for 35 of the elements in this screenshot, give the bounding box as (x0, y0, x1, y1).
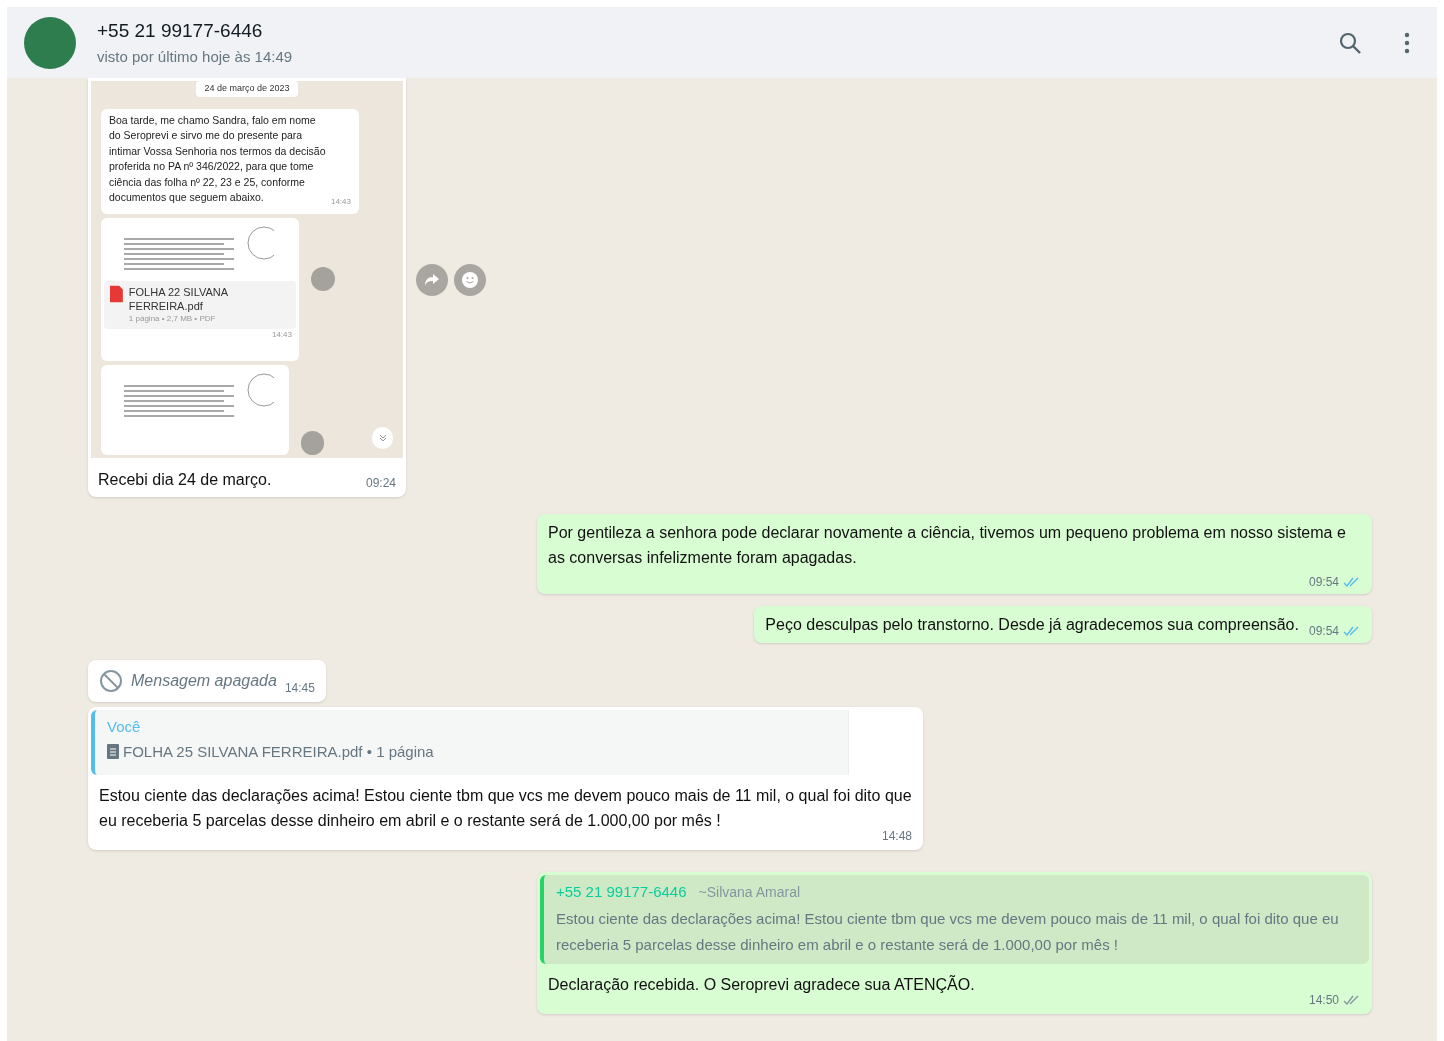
scroll-down-icon (372, 426, 393, 449)
document-meta: 1 página • 2,7 MB • PDF (128, 312, 217, 325)
message-text: Declaração recebida. O Seroprevi agradece sua ATENÇÃO. (548, 974, 976, 995)
message-time: 09:24 (365, 475, 396, 492)
message-time: 14:45 (284, 680, 315, 697)
message-time: 09:54 (1308, 574, 1339, 591)
message-time: 09:54 (1308, 623, 1339, 640)
message-time: 14:43 (271, 328, 292, 341)
message-text: Peço desculpas pelo transtorno. Desde já agradecemos sua compreensão. (765, 615, 1299, 635)
quote-author: +55 21 99177-6446 (556, 882, 687, 902)
pdf-file-icon (110, 284, 123, 303)
menu-button[interactable] (1404, 31, 1410, 54)
search-button[interactable] (1338, 30, 1362, 55)
avatar[interactable] (24, 16, 76, 69)
message-time: 14:50 (1308, 991, 1339, 1009)
contact-status: visto por último hoje às 14:49 (97, 46, 293, 67)
message-text: Boa tarde, me chamo Sandra, falo em nome do Seroprevi e sirvo me do presente para intimar Vossa Senhoria nos termos da decisão proferida no PA nº 346/2022, para que tome ciência das folha nº 22, 23 e 25, conforme documentos que seguem abaixo. (109, 112, 327, 206)
quote-sender-name: ~Silvana Amaral (698, 883, 801, 902)
quote-text: FOLHA 25 SILVANA FERREIRA.pdf • 1 página (123, 741, 434, 762)
contact-name: +55 21 99177-6446 (97, 19, 264, 43)
message-text: Estou ciente das declarações acima! Estou ciente tbm que vcs me devem pouco mais de 11 mil, o qual foi dito que eu receberia 5 parcelas desse dinheiro em abril e o restante será de 1.000,00 por mês ! (99, 786, 912, 831)
emoji-button[interactable] (454, 264, 486, 296)
message-text: Recebi dia 24 de março. (98, 470, 272, 490)
message-text: Por gentileza a senhora pode declarar novamente a ciência, tivemos um pequeno problema em nosso sistema e as conversas infelizmente foram apagadas. (548, 523, 1347, 568)
date-label: 24 de março de 2023 (196, 81, 298, 97)
quote-author: Você (107, 717, 141, 737)
message-time: 14:43 (330, 196, 351, 209)
blocked-icon (99, 669, 123, 693)
quote-text: Estou ciente das declarações acima! Estou ciente tbm que vcs me devem pouco mais de 11 mil, o qual foi dito que eu receberia 5 parcelas desse dinheiro em abril e o restante será de 1.000,00 por mês ! (556, 908, 1340, 955)
forward-button[interactable] (416, 264, 448, 296)
document-icon (107, 744, 119, 760)
message-text: Mensagem apagada (131, 671, 277, 691)
smiley-icon (461, 271, 479, 289)
message-time: 14:48 (881, 828, 912, 845)
document-name: FOLHA 22 SILVANA FERREIRA.pdf (128, 284, 229, 313)
